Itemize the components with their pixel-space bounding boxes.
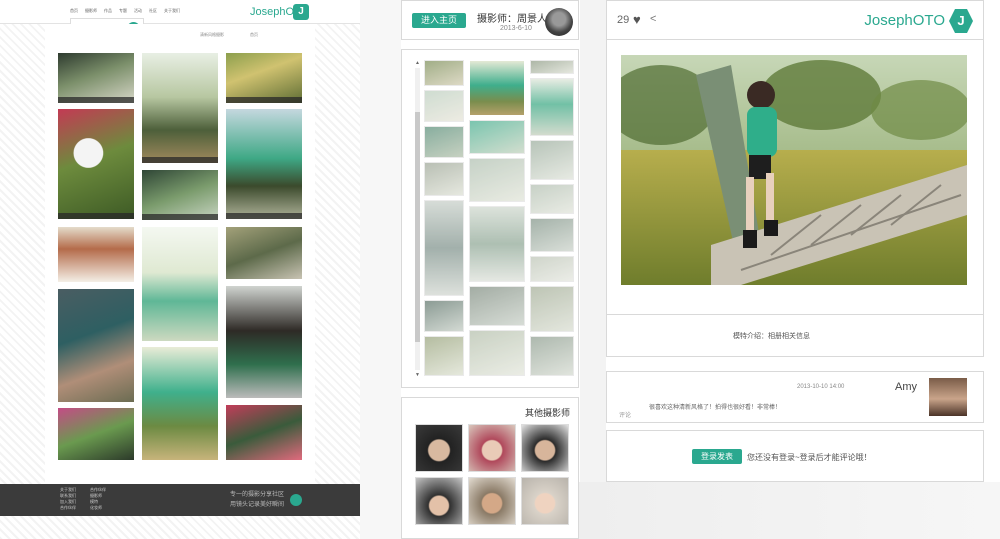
site-logo-icon[interactable]: J [293,4,309,20]
thumbnail[interactable] [469,330,525,376]
footer-link[interactable]: 合作伙伴 [60,505,76,511]
slogan-line: 用镜头记录美好瞬间 [230,502,285,508]
heart-icon[interactable]: ♥ [633,12,641,27]
site-header: 首页 摄影师 作品 专题 活动 社区 关于我们 JosephOTO J [0,0,360,24]
photographer-avatar[interactable] [415,424,463,472]
footer-column: 关于我们 联系我们 加入我们 合作伙伴 [60,487,76,511]
commenter-avatar[interactable] [929,378,967,416]
other-photographers-title: 其他摄影师 [524,408,570,418]
background-strip [360,0,401,539]
thumbnail[interactable] [469,286,525,326]
scroll-down-icon[interactable]: ▼ [415,372,420,378]
thumbnail[interactable] [424,300,464,332]
photo-description: 模特介绍：相册相关信息 [606,315,984,357]
logo-icon[interactable]: J [949,9,973,33]
nav-item[interactable]: 专题 [119,8,127,14]
thumbnail[interactable] [530,286,574,332]
photographer-avatar[interactable] [521,424,569,472]
breadcrumb-item[interactable]: 清新风格摄影 [200,32,224,38]
gallery-tile[interactable] [142,227,218,341]
main-photo-frame [606,40,984,315]
share-icon[interactable]: < [650,13,656,25]
photographer-avatar[interactable] [521,477,569,525]
gallery-tile[interactable] [226,227,302,279]
gallery-tile[interactable] [226,405,302,460]
login-prompt: 登录发表 您还没有登录~登录后才能评论哦！ [606,430,984,482]
gallery-tile[interactable] [58,289,134,402]
comment-item: Amy 2013-10-10 14:00 很喜欢这种清新风格了！拍得也很好看！非… [606,371,984,423]
scrollbar[interactable] [415,68,420,370]
gallery-tile[interactable] [58,109,134,219]
breadcrumb-item[interactable]: 首页 [250,32,258,38]
thumbnail[interactable] [530,60,574,74]
nav-item[interactable]: 社区 [149,8,157,14]
photo-illustration [621,55,967,285]
thumbnail[interactable] [530,78,574,136]
thumbnail[interactable] [424,126,464,158]
reply-link[interactable]: 评论 [619,410,631,419]
other-photographers-panel: 其他摄影师 [401,397,579,539]
gallery-tile[interactable] [142,53,218,163]
nav-item[interactable]: 活动 [134,8,142,14]
site-nav: 首页 摄影师 作品 专题 活动 社区 关于我们 [70,8,180,14]
description-text: 模特介绍：相册相关信息 [733,333,810,340]
thumbnail[interactable] [469,120,525,154]
thumbnail[interactable] [424,90,464,122]
background-strip [579,482,1000,539]
gallery-tile[interactable] [58,408,134,460]
thumbnail-selected[interactable] [469,60,525,116]
thumbnail[interactable] [469,158,525,202]
nav-item[interactable]: 作品 [104,8,112,14]
viewer-header: 29 ♥ < JosephOTO J [606,0,984,40]
thumbnail[interactable] [424,336,464,376]
footer-logo-icon [290,494,302,506]
thumbnail[interactable] [530,336,574,376]
photographer-card: 进入主页 摄影师：周景人 2013-6-10 [401,0,579,40]
thumbnail[interactable] [530,256,574,282]
scrollbar-thumb[interactable] [415,112,420,342]
comment-text: 很喜欢这种清新风格了！拍得也很好看！非常棒！ [649,405,782,411]
footer-column: 合作伙伴 摄影师 模特 化妆师 [90,487,106,511]
gallery-tile[interactable] [226,286,302,398]
login-button[interactable]: 登录发表 [692,449,742,464]
login-message: 您还没有登录~登录后才能评论哦！ [747,453,872,462]
gallery-tile[interactable] [142,347,218,460]
gallery-tile[interactable] [226,109,302,219]
like-count: 29 [617,14,630,26]
photographer-avatar[interactable] [415,477,463,525]
nav-item[interactable]: 首页 [70,8,78,14]
photographer-avatar[interactable] [468,424,516,472]
gallery-tile[interactable] [226,53,302,103]
background-strip [580,0,606,539]
photographer-name[interactable]: 摄影师：周景人 [477,10,547,25]
site-preview: 首页 摄影师 作品 专题 活动 社区 关于我们 JosephOTO J 清新风格… [0,0,360,539]
slogan-line: 专一的摄影分享社区 [230,492,285,498]
scroll-up-icon[interactable]: ▲ [415,60,420,66]
main-photo[interactable] [621,55,967,285]
photographer-avatar[interactable] [468,477,516,525]
commenter-name[interactable]: Amy [895,381,917,393]
photographer-date: 2013-6-10 [500,25,532,32]
gallery-tile[interactable] [58,227,134,282]
site-footer: 关于我们 联系我们 加入我们 合作伙伴 合作伙伴 摄影师 模特 化妆师 专一的摄… [0,484,360,516]
thumbnail[interactable] [530,140,574,180]
thumbnail[interactable] [424,60,464,86]
comment-time: 2013-10-10 14:00 [797,384,845,390]
gallery-tile[interactable] [142,170,218,220]
gallery-tile[interactable] [58,53,134,103]
thumbnail-strip: ▲ ▼ [401,49,579,388]
thumbnail[interactable] [530,218,574,252]
logo-text[interactable]: JosephOTO [864,12,945,29]
photographer-avatar[interactable] [545,8,573,36]
footer-link[interactable]: 化妆师 [90,505,106,511]
thumbnail[interactable] [424,200,464,296]
footer-slogan: 专一的摄影分享社区 用镜头记录美好瞬间 [230,490,284,510]
nav-item[interactable]: 关于我们 [164,8,180,14]
nav-item[interactable]: 摄影师 [85,8,97,14]
thumbnail[interactable] [469,206,525,282]
thumbnail[interactable] [530,184,574,214]
enter-homepage-button[interactable]: 进入主页 [412,13,466,28]
thumbnail[interactable] [424,162,464,196]
